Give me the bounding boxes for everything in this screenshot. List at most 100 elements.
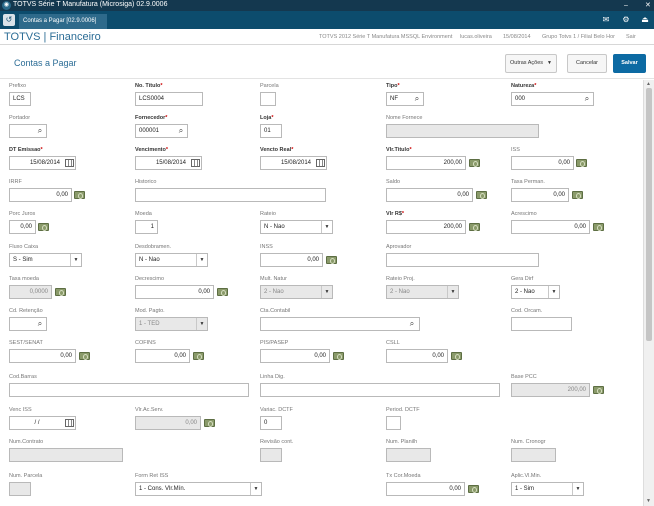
cod-barras-input[interactable] [9, 383, 249, 397]
rateio-proj-select: 2 - Nao ▼ [386, 285, 459, 299]
money-icon[interactable] [79, 352, 90, 360]
search-icon[interactable]: ⌕ [33, 124, 47, 138]
chevron-down-icon: ▼ [196, 318, 207, 330]
calendar-icon[interactable] [65, 419, 74, 427]
other-actions-button[interactable]: Outras Ações ▼ [505, 54, 557, 73]
field-label: Gera Dirf [511, 276, 534, 282]
scrollbar-thumb[interactable] [646, 88, 652, 341]
cancel-button[interactable]: Cancelar [567, 54, 607, 73]
vertical-scrollbar[interactable]: ▲ ▼ [643, 80, 654, 506]
gear-icon[interactable]: ⚙ [619, 14, 633, 26]
money-icon[interactable] [55, 288, 66, 296]
save-button[interactable]: Salvar [613, 54, 646, 73]
no-titulo-input[interactable]: LCS0004 [135, 92, 203, 106]
money-icon[interactable] [572, 191, 583, 199]
field-label: Tx Cor.Moeda [386, 473, 421, 479]
cta-contabil-input[interactable] [260, 317, 420, 331]
cancel-label: Cancelar [575, 60, 598, 66]
sest-senat-input[interactable]: 0,00 [9, 349, 76, 363]
calendar-icon[interactable] [316, 159, 325, 167]
field-label: Fluxo Caixa [9, 244, 39, 250]
calendar-icon[interactable] [191, 159, 200, 167]
money-icon[interactable] [476, 191, 487, 199]
field-label: Tipo* [386, 83, 400, 89]
cofins-input[interactable]: 0,00 [135, 349, 190, 363]
historico-input[interactable] [135, 188, 326, 202]
variac-dctf-input[interactable]: 0 [260, 416, 282, 430]
user-label: lucas.oliveira [460, 34, 492, 40]
rateio-select[interactable]: N - Nao ▼ [260, 220, 333, 234]
money-icon[interactable] [74, 191, 85, 199]
search-icon[interactable]: ⌕ [410, 92, 424, 106]
tab-contas-a-pagar[interactable]: Contas a Pagar [02.9.0006] [19, 14, 107, 29]
desdobramen-select[interactable]: N - Nao ▼ [135, 253, 208, 267]
inss-input[interactable]: 0,00 [260, 253, 323, 267]
field-label: Prefixo [9, 83, 27, 89]
pis-pasep-input[interactable]: 0,00 [260, 349, 330, 363]
money-icon[interactable] [469, 223, 480, 231]
moeda-input[interactable]: 1 [135, 220, 158, 234]
money-icon[interactable] [193, 352, 204, 360]
field-label: Form Ret ISS [135, 473, 169, 479]
calendar-icon[interactable] [65, 159, 74, 167]
tab-bar: ↺ Contas a Pagar [02.9.0006] ✉ ⚙ ⏏ [0, 11, 654, 29]
cod-orcam-input[interactable] [511, 317, 572, 331]
money-icon[interactable] [451, 352, 462, 360]
home-button[interactable]: ↺ [3, 14, 15, 26]
field-label: Rateio [260, 211, 276, 217]
decrescimo-input[interactable]: 0,00 [135, 285, 214, 299]
search-icon[interactable]: ⌕ [405, 317, 419, 331]
porc-juros-input[interactable]: 0,00 [9, 220, 36, 234]
fluxo-caixa-select[interactable]: S - Sim ▼ [9, 253, 82, 267]
field-label: Num. Planilh [386, 439, 418, 445]
tab-label: Contas a Pagar [02.9.0006] [23, 18, 97, 24]
company-label[interactable]: Grupo Totvs 1 / Filial Belo Hor [542, 34, 615, 40]
scroll-up-icon[interactable]: ▲ [646, 81, 651, 87]
prefixo-input[interactable]: LCS [9, 92, 31, 106]
money-icon[interactable] [217, 288, 228, 296]
search-icon[interactable]: ⌕ [174, 124, 188, 138]
form-ret-iss-select[interactable]: 1 - Cons. Vlr.Mín. ▼ [135, 482, 262, 496]
loja-input[interactable]: 01 [260, 124, 282, 138]
linha-dig-input[interactable] [260, 383, 500, 397]
acrescimo-input[interactable]: 0,00 [511, 220, 590, 234]
money-icon[interactable] [326, 256, 337, 264]
aprovador-input[interactable] [386, 253, 539, 267]
money-icon[interactable] [204, 419, 215, 427]
field-label: Moeda [135, 211, 152, 217]
field-label: Base PCC [511, 374, 537, 380]
iss-input[interactable]: 0,00 [511, 156, 574, 170]
chevron-down-icon: ▼ [572, 483, 583, 495]
logout-link[interactable]: Sair [626, 34, 636, 40]
aplic-vl-min-select[interactable]: 1 - Sim ▼ [511, 482, 584, 496]
irrf-input[interactable]: 0,00 [9, 188, 72, 202]
period-dctf-input[interactable] [386, 416, 401, 430]
scroll-down-icon[interactable]: ▼ [646, 498, 651, 504]
app-header: TOTVS | Financeiro TOTVS 2012 Série T Ma… [0, 29, 654, 45]
field-label: Historico [135, 179, 157, 185]
minimize-icon[interactable]: – [624, 1, 628, 10]
search-icon[interactable]: ⌕ [580, 92, 594, 106]
mail-icon[interactable]: ✉ [599, 14, 613, 26]
exit-icon[interactable]: ⏏ [638, 14, 652, 26]
tx-cor-moeda-input[interactable]: 0,00 [386, 482, 465, 496]
vlr-titulo-input[interactable]: 200,00 [386, 156, 466, 170]
money-icon[interactable] [468, 485, 479, 493]
gera-dirf-select[interactable]: 2 - Nao ▼ [511, 285, 560, 299]
money-icon[interactable] [576, 159, 587, 167]
money-icon[interactable] [593, 386, 604, 394]
field-label: Revisão cont. [260, 439, 294, 445]
money-icon[interactable] [38, 223, 49, 231]
search-icon[interactable]: ⌕ [33, 317, 47, 331]
saldo-input[interactable]: 0,00 [386, 188, 473, 202]
money-icon[interactable] [333, 352, 344, 360]
vlr-rs-input[interactable]: 200,00 [386, 220, 466, 234]
money-icon[interactable] [593, 223, 604, 231]
money-icon[interactable] [469, 159, 480, 167]
parcela-input[interactable] [260, 92, 276, 106]
close-window-icon[interactable]: ✕ [645, 1, 651, 10]
field-label: Acrescimo [511, 211, 537, 217]
taxa-perman-input[interactable]: 0,00 [511, 188, 569, 202]
field-label: CSLL [386, 340, 400, 346]
csll-input[interactable]: 0,00 [386, 349, 448, 363]
